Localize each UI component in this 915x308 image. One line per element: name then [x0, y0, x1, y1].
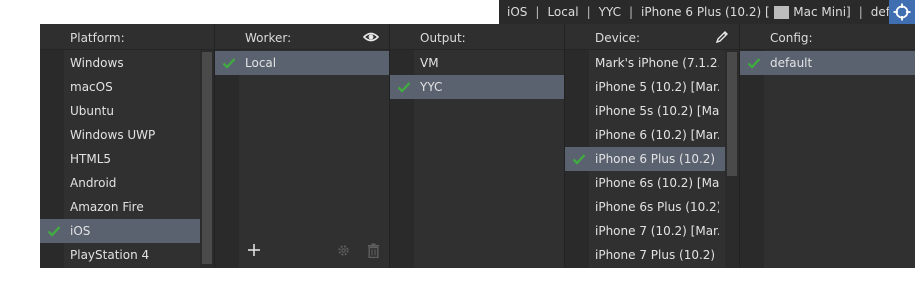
- checkmark-icon: [746, 51, 762, 75]
- platform-item-label: PlayStation 4: [70, 248, 150, 262]
- device-item-label: iPhone 6 Plus (10.2) [...: [595, 152, 719, 166]
- output-item-label: YYC: [420, 80, 443, 94]
- target-manager-panel: Platform: Windows macOS Ubuntu Windows UWP H…: [40, 24, 915, 268]
- separator: |: [535, 5, 540, 19]
- checkmark-icon: [396, 75, 412, 99]
- device-list: Mark's iPhone (7.1.2... iPhone 5 (10.2) […: [565, 51, 725, 267]
- platform-list: Windows macOS Ubuntu Windows UWP HTML5 Androi…: [40, 51, 214, 267]
- topbar-device-suffix: Mac Mini]: [793, 5, 851, 19]
- platform-list-item[interactable]: macOS: [40, 75, 214, 99]
- device-item-label: iPhone 6s Plus (10.2)...: [595, 200, 719, 214]
- target-manager-button[interactable]: [889, 0, 915, 24]
- checkmark-icon: [46, 219, 62, 243]
- device-list-item[interactable]: iPhone 6s (10.2) [Ma...: [565, 171, 725, 195]
- add-worker-button[interactable]: [247, 243, 261, 260]
- platform-item-label: Windows: [70, 56, 124, 70]
- platform-header-label: Platform:: [70, 31, 125, 45]
- separator: |: [858, 5, 863, 19]
- platform-item-label: iOS: [70, 224, 91, 238]
- config-column: Config: default: [740, 24, 915, 268]
- device-item-label: iPhone 5 (10.2) [Mar...: [595, 80, 719, 94]
- device-scrollbar[interactable]: [727, 52, 737, 176]
- platform-item-label: HTML5: [70, 152, 112, 166]
- platform-list-item[interactable]: Windows: [40, 51, 214, 75]
- topbar-device-prefix: iPhone 6 Plus (10.2) [: [641, 5, 770, 19]
- worker-list: Local: [215, 51, 389, 75]
- topbar-worker: Local: [547, 5, 579, 19]
- platform-item-label: Windows UWP: [70, 128, 156, 142]
- plus-icon: [248, 244, 260, 256]
- platform-scrollbar[interactable]: [202, 52, 212, 264]
- worker-settings-button[interactable]: [337, 244, 350, 260]
- platform-item-label: Ubuntu: [70, 104, 114, 118]
- device-header: Device:: [565, 24, 739, 50]
- device-header-label: Device:: [595, 31, 641, 45]
- platform-column: Platform: Windows macOS Ubuntu Windows UWP H…: [40, 24, 215, 268]
- config-list-item[interactable]: default: [740, 51, 915, 75]
- device-item-label: Mark's iPhone (7.1.2...: [595, 56, 719, 70]
- device-item-label: iPhone 7 (10.2) [Mar...: [595, 224, 719, 238]
- device-list-item[interactable]: iPhone 5s (10.2) [Ma...: [565, 99, 725, 123]
- platform-list-item[interactable]: Android: [40, 171, 214, 195]
- output-list-item[interactable]: VM: [390, 51, 564, 75]
- platform-list-item[interactable]: HTML5: [40, 147, 214, 171]
- redacted-text: [773, 5, 790, 19]
- output-header-label: Output:: [420, 31, 466, 45]
- platform-item-label: macOS: [70, 80, 113, 94]
- device-list-item[interactable]: iPhone 6 Plus (10.2) [...: [565, 147, 725, 171]
- device-column: Device: Mark's iPhone (7.1.2... iPhone 5 …: [565, 24, 740, 268]
- device-item-label: iPhone 5s (10.2) [Ma...: [595, 104, 719, 118]
- config-header: Config:: [740, 24, 915, 50]
- eye-icon[interactable]: [362, 30, 380, 47]
- platform-list-item[interactable]: Ubuntu: [40, 99, 214, 123]
- config-header-label: Config:: [770, 31, 813, 45]
- platform-list-item[interactable]: Amazon Fire: [40, 195, 214, 219]
- worker-footer: [215, 242, 389, 262]
- edit-devices-button[interactable]: [715, 30, 729, 47]
- output-item-label: VM: [420, 56, 439, 70]
- target-status-bar[interactable]: iOS | Local | YYC | iPhone 6 Plus (10.2)…: [499, 0, 915, 24]
- topbar-platform: iOS: [507, 5, 528, 19]
- platform-list-item[interactable]: Windows UWP: [40, 123, 214, 147]
- output-header: Output:: [390, 24, 564, 50]
- device-item-label: iPhone 6 (10.2) [Mar...: [595, 128, 719, 142]
- config-list: default: [740, 51, 915, 75]
- worker-header-label: Worker:: [245, 31, 292, 45]
- worker-item-label: Local: [245, 56, 277, 70]
- separator: |: [586, 5, 591, 19]
- trash-icon: [368, 243, 379, 259]
- checkmark-icon: [221, 51, 237, 75]
- platform-list-item[interactable]: PlayStation 4: [40, 243, 214, 267]
- output-list: VM YYC: [390, 51, 564, 99]
- worker-header: Worker:: [215, 24, 389, 50]
- device-item-label: iPhone 6s (10.2) [Ma...: [595, 176, 719, 190]
- device-list-item[interactable]: iPhone 6s Plus (10.2)...: [565, 195, 725, 219]
- platform-header: Platform:: [40, 24, 214, 50]
- device-list-item[interactable]: iPhone 7 (10.2) [Mar...: [565, 219, 725, 243]
- device-list-item[interactable]: Mark's iPhone (7.1.2...: [565, 51, 725, 75]
- platform-item-label: Android: [70, 176, 117, 190]
- separator: |: [629, 5, 634, 19]
- platform-list-item[interactable]: iOS: [40, 219, 214, 243]
- delete-worker-button[interactable]: [367, 243, 380, 261]
- device-list-item[interactable]: iPhone 7 Plus (10.2) [...: [565, 243, 725, 267]
- output-column: Output: VM YYC: [390, 24, 565, 268]
- device-item-label: iPhone 7 Plus (10.2) [...: [595, 248, 719, 262]
- crosshair-icon: [893, 3, 911, 21]
- worker-list-item[interactable]: Local: [215, 51, 389, 75]
- platform-item-label: Amazon Fire: [70, 200, 144, 214]
- gear-icon: [338, 245, 349, 256]
- worker-column: Worker: Local: [215, 24, 390, 268]
- pencil-icon: [715, 31, 728, 44]
- topbar-output: YYC: [598, 5, 621, 19]
- checkmark-icon: [571, 147, 587, 171]
- config-item-label: default: [770, 56, 813, 70]
- output-list-item[interactable]: YYC: [390, 75, 564, 99]
- device-list-item[interactable]: iPhone 6 (10.2) [Mar...: [565, 123, 725, 147]
- device-list-item[interactable]: iPhone 5 (10.2) [Mar...: [565, 75, 725, 99]
